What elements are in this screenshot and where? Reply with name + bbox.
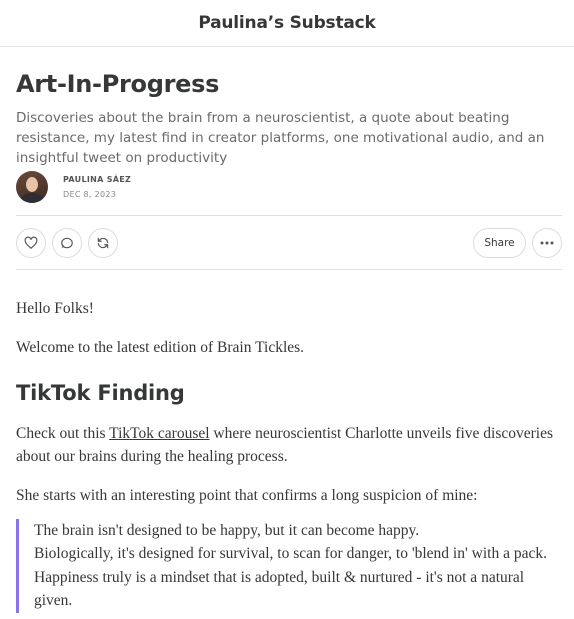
like-button[interactable] <box>16 228 46 258</box>
more-icon <box>540 241 554 245</box>
quote-line-1: The brain isn't designed to be happy, bu… <box>34 522 420 539</box>
restack-icon <box>97 237 109 249</box>
quote-accent-bar <box>16 519 19 613</box>
tiktok-carousel-link[interactable]: TikTok carousel <box>109 425 209 442</box>
intro-paragraph: Welcome to the latest edition of Brain T… <box>16 339 305 356</box>
restack-button[interactable] <box>88 228 118 258</box>
post-actions: Share <box>16 227 562 258</box>
author-avatar[interactable] <box>16 171 48 203</box>
top-bar: Paulina’s Substack <box>0 0 574 47</box>
comment-icon <box>61 237 73 249</box>
comment-button[interactable] <box>52 228 82 258</box>
section-heading: TikTok Finding <box>16 381 185 405</box>
quote-line-2: Biologically, it's designed for survival… <box>34 545 547 609</box>
tiktok-paragraph: Check out this TikTok carousel where neu… <box>16 425 554 465</box>
suspicion-paragraph: She starts with an interesting point tha… <box>16 487 478 504</box>
publication-name[interactable]: Paulina’s Substack <box>198 13 376 33</box>
post-subtitle: Discoveries about the brain from a neuro… <box>16 110 545 166</box>
author-name[interactable]: PAULINA SÁEZ <box>63 175 131 184</box>
heart-icon <box>24 236 38 249</box>
post-title: Art-In-Progress <box>16 70 220 98</box>
more-button[interactable] <box>532 228 562 258</box>
divider-bottom <box>16 269 562 270</box>
byline: PAULINA SÁEZ DEC 8, 2023 <box>16 171 131 203</box>
blockquote: The brain isn't designed to be happy, bu… <box>34 519 564 612</box>
divider-top <box>16 215 562 216</box>
greeting-paragraph: Hello Folks! <box>16 300 94 317</box>
post-date: DEC 8, 2023 <box>63 190 117 199</box>
share-button[interactable]: Share <box>473 227 526 258</box>
